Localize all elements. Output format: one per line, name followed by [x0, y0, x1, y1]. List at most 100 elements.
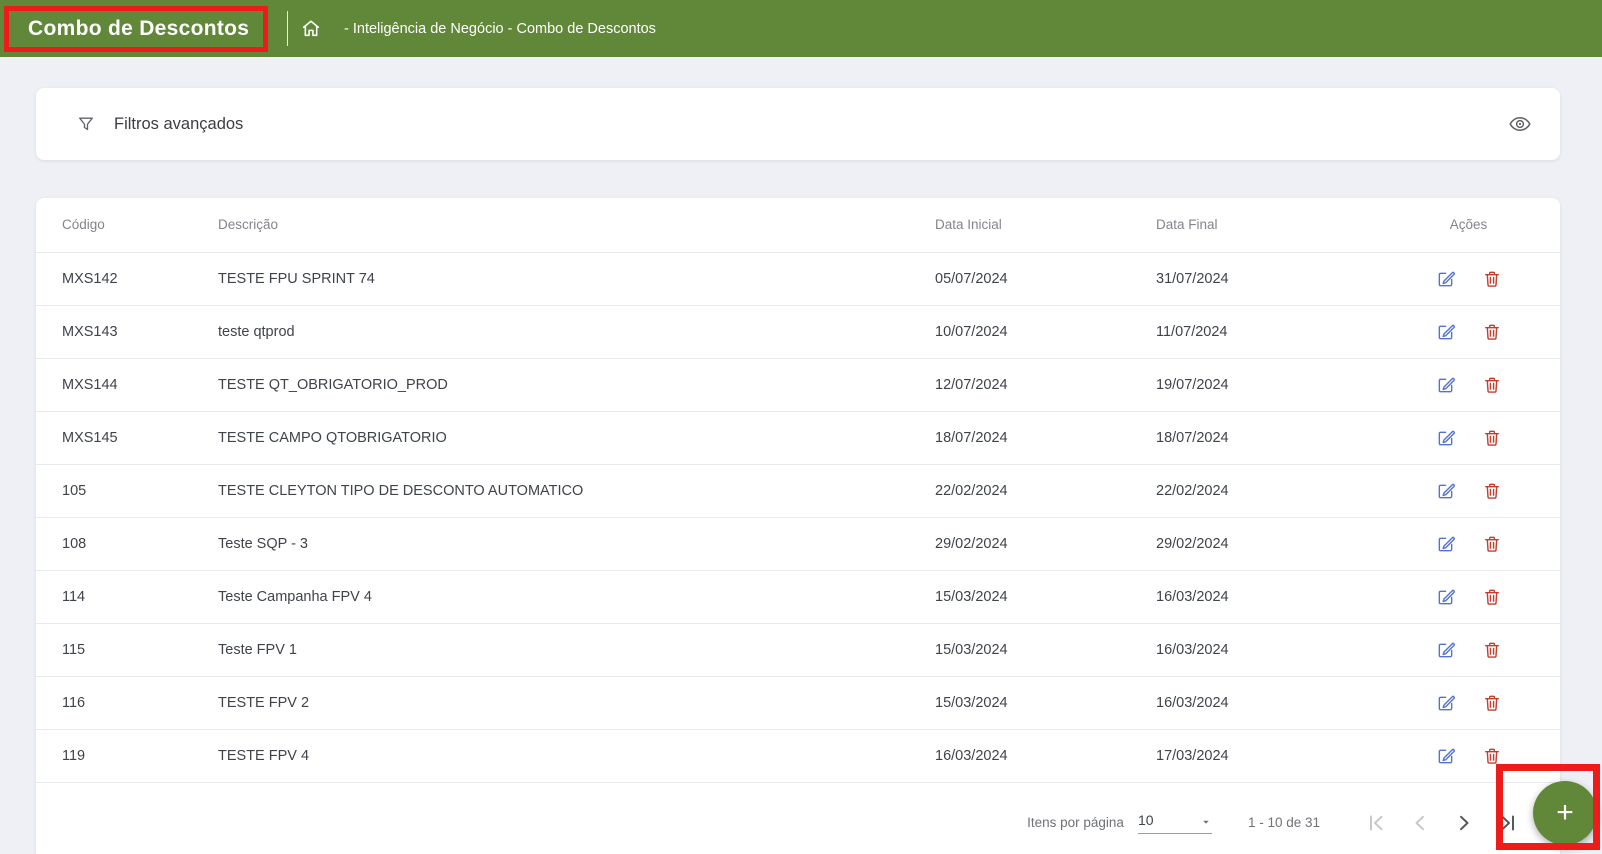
trash-icon[interactable]	[1482, 481, 1502, 501]
paginator: Itens por página 10 1 - 10 de 31	[36, 791, 1560, 854]
edit-icon[interactable]	[1436, 375, 1456, 395]
cell-data-final: 29/02/2024	[1156, 517, 1377, 571]
cell-codigo: 116	[36, 676, 218, 730]
cell-data-inicial: 12/07/2024	[935, 358, 1156, 412]
cell-descricao: TESTE CAMPO QTOBRIGATORIO	[218, 411, 935, 465]
cell-acoes	[1377, 570, 1560, 624]
trash-icon[interactable]	[1482, 693, 1502, 713]
next-page-icon[interactable]	[1452, 811, 1476, 835]
cell-descricao: Teste SQP - 3	[218, 517, 935, 571]
cell-codigo: 119	[36, 729, 218, 783]
cell-codigo: 115	[36, 623, 218, 677]
cell-codigo: 114	[36, 570, 218, 624]
cell-data-inicial: 16/03/2024	[935, 729, 1156, 783]
edit-icon[interactable]	[1436, 428, 1456, 448]
advanced-filters-label: Filtros avançados	[114, 114, 244, 133]
cell-descricao: Teste Campanha FPV 4	[218, 570, 935, 624]
edit-icon[interactable]	[1436, 322, 1456, 342]
cell-acoes	[1377, 464, 1560, 518]
edit-icon[interactable]	[1436, 481, 1456, 501]
table-row: 108 Teste SQP - 3 29/02/2024 29/02/2024	[36, 517, 1560, 571]
cell-codigo: MXS142	[36, 252, 218, 306]
trash-icon[interactable]	[1482, 640, 1502, 660]
column-header-acoes: Ações	[1377, 198, 1560, 253]
cell-codigo: 108	[36, 517, 218, 571]
cell-data-final: 16/03/2024	[1156, 570, 1377, 624]
home-icon[interactable]	[300, 17, 322, 39]
edit-icon[interactable]	[1436, 693, 1456, 713]
add-combo-fab[interactable]: +	[1533, 781, 1597, 845]
discount-combos-table-card: Código Descrição Data Inicial Data Final…	[36, 198, 1560, 854]
cell-descricao: TESTE CLEYTON TIPO DE DESCONTO AUTOMATIC…	[218, 464, 935, 518]
cell-data-inicial: 15/03/2024	[935, 676, 1156, 730]
cell-acoes	[1377, 252, 1560, 306]
items-per-page-select[interactable]: 10	[1137, 811, 1212, 834]
breadcrumb: - Inteligência de Negócio - Combo de Des…	[344, 20, 656, 37]
trash-icon[interactable]	[1482, 375, 1502, 395]
first-page-icon[interactable]	[1364, 811, 1388, 835]
previous-page-icon[interactable]	[1408, 811, 1432, 835]
cell-data-final: 11/07/2024	[1156, 305, 1377, 359]
visibility-icon[interactable]	[1508, 112, 1532, 136]
table-header: Código Descrição Data Inicial Data Final…	[36, 198, 1560, 253]
edit-icon[interactable]	[1436, 640, 1456, 660]
cell-data-inicial: 05/07/2024	[935, 252, 1156, 306]
edit-icon[interactable]	[1436, 587, 1456, 607]
trash-icon[interactable]	[1482, 428, 1502, 448]
table-row: MXS143 teste qtprod 10/07/2024 11/07/202…	[36, 305, 1560, 359]
cell-data-final: 31/07/2024	[1156, 252, 1377, 306]
last-page-icon[interactable]	[1496, 811, 1520, 835]
column-header-codigo: Código	[36, 198, 218, 253]
edit-icon[interactable]	[1436, 269, 1456, 289]
cell-descricao: TESTE FPV 4	[218, 729, 935, 783]
table-row: 105 TESTE CLEYTON TIPO DE DESCONTO AUTOM…	[36, 464, 1560, 518]
edit-icon[interactable]	[1436, 534, 1456, 554]
top-bar: Combo de Descontos - Inteligência de Neg…	[0, 0, 1602, 57]
cell-data-inicial: 22/02/2024	[935, 464, 1156, 518]
cell-acoes	[1377, 623, 1560, 677]
cell-data-final: 19/07/2024	[1156, 358, 1377, 412]
table-row: MXS144 TESTE QT_OBRIGATORIO_PROD 12/07/2…	[36, 358, 1560, 412]
cell-data-inicial: 15/03/2024	[935, 570, 1156, 624]
discount-combos-table: Código Descrição Data Inicial Data Final…	[36, 198, 1560, 783]
cell-descricao: Teste FPV 1	[218, 623, 935, 677]
cell-codigo: MXS143	[36, 305, 218, 359]
trash-icon[interactable]	[1482, 269, 1502, 289]
cell-data-inicial: 29/02/2024	[935, 517, 1156, 571]
page-range-label: 1 - 10 de 31	[1247, 815, 1320, 830]
cell-descricao: TESTE FPV 2	[218, 676, 935, 730]
edit-icon[interactable]	[1436, 746, 1456, 766]
chevron-down-icon	[1200, 816, 1212, 828]
trash-icon[interactable]	[1482, 534, 1502, 554]
items-per-page-value: 10	[1137, 811, 1154, 828]
trash-icon[interactable]	[1482, 746, 1502, 766]
table-row: 115 Teste FPV 1 15/03/2024 16/03/2024	[36, 623, 1560, 677]
cell-data-final: 22/02/2024	[1156, 464, 1377, 518]
cell-acoes	[1377, 358, 1560, 412]
pager-buttons	[1364, 811, 1520, 835]
cell-acoes	[1377, 729, 1560, 783]
table-row: 114 Teste Campanha FPV 4 15/03/2024 16/0…	[36, 570, 1560, 624]
page-title: Combo de Descontos	[28, 16, 250, 40]
cell-acoes	[1377, 676, 1560, 730]
header-divider	[287, 11, 288, 46]
trash-icon[interactable]	[1482, 587, 1502, 607]
cell-descricao: TESTE FPU SPRINT 74	[218, 252, 935, 306]
column-header-data-inicial: Data Inicial	[935, 198, 1156, 253]
table-row: 119 TESTE FPV 4 16/03/2024 17/03/2024	[36, 729, 1560, 783]
cell-data-final: 16/03/2024	[1156, 623, 1377, 677]
cell-codigo: MXS145	[36, 411, 218, 465]
cell-data-inicial: 15/03/2024	[935, 623, 1156, 677]
table-row: 116 TESTE FPV 2 15/03/2024 16/03/2024	[36, 676, 1560, 730]
cell-descricao: TESTE QT_OBRIGATORIO_PROD	[218, 358, 935, 412]
column-header-data-final: Data Final	[1156, 198, 1377, 253]
table-row: MXS145 TESTE CAMPO QTOBRIGATORIO 18/07/2…	[36, 411, 1560, 465]
cell-data-final: 18/07/2024	[1156, 411, 1377, 465]
cell-codigo: 105	[36, 464, 218, 518]
advanced-filters-bar[interactable]: Filtros avançados	[36, 88, 1560, 160]
table-body: MXS142 TESTE FPU SPRINT 74 05/07/2024 31…	[36, 252, 1560, 783]
trash-icon[interactable]	[1482, 322, 1502, 342]
cell-descricao: teste qtprod	[218, 305, 935, 359]
cell-data-inicial: 18/07/2024	[935, 411, 1156, 465]
cell-acoes	[1377, 411, 1560, 465]
